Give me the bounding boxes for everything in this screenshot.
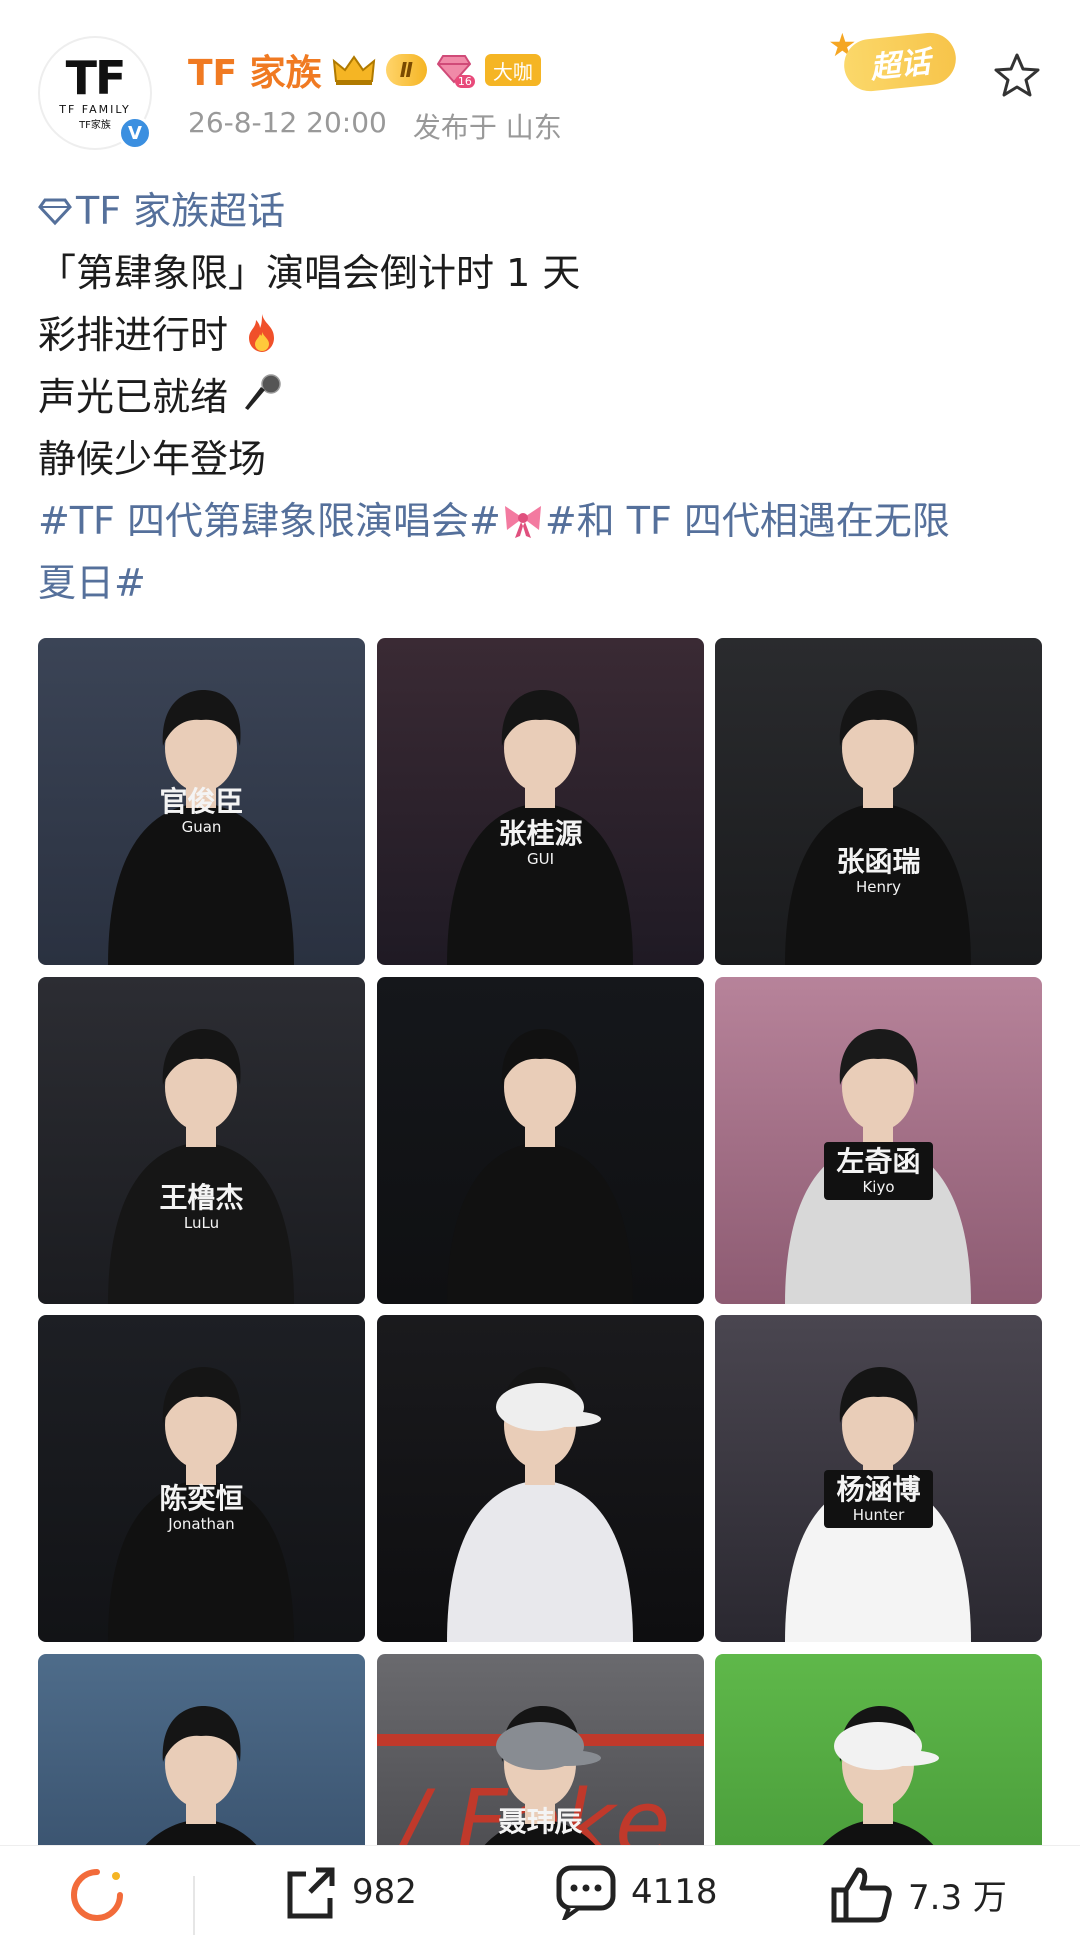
post-location: 发布于 山东: [412, 111, 562, 144]
comment-button[interactable]: 4118: [555, 1864, 718, 1920]
photo-thumbnail[interactable]: 杨涵博 Hunter: [715, 1315, 1042, 1642]
big-shot-badge: 大咖: [484, 54, 541, 86]
photo-thumbnail[interactable]: 左奇函 Kiyo: [715, 977, 1042, 1304]
supertopic-label: TF 家族超话: [76, 189, 286, 233]
action-divider: [193, 1876, 195, 1935]
level-badge: Ⅱ: [385, 54, 427, 86]
ribbon-icon: [504, 506, 541, 538]
photo-thumbnail[interactable]: [38, 1654, 365, 1848]
repost-icon: [287, 1867, 335, 1919]
photo-figure: [715, 1654, 1042, 1848]
photo-thumbnail[interactable]: 官俊臣 Guan: [38, 638, 365, 965]
verified-icon: V: [118, 116, 152, 150]
comment-icon: [556, 1865, 616, 1920]
supertopic-link[interactable]: TF 家族超话: [38, 180, 1038, 242]
hashtag-row-1: #TF 四代第肆象限演唱会# #和 TF 四代相遇在无限: [38, 490, 1038, 552]
photo-grid: 官俊臣 Guan 张桂源 GUI 张函瑞 Henry 王橹杰 LuLu 左奇函 …: [38, 638, 1043, 1848]
repost-count: 982: [352, 1872, 417, 1912]
diamond-icon: [38, 198, 72, 226]
favorite-star-icon[interactable]: [992, 50, 1042, 100]
hashtag-summer[interactable]: #和 TF 四代相遇在无限: [545, 499, 950, 543]
post-content: TF 家族超话 「第肆象限」演唱会倒计时 1 天 彩排进行时 声光已就绪 静候少…: [38, 180, 1038, 614]
post-line-2: 彩排进行时: [38, 313, 229, 357]
photo-figure: [38, 977, 365, 1304]
post-line-3: 声光已就绪: [38, 375, 229, 419]
hashtag-concert[interactable]: #TF 四代第肆象限演唱会#: [38, 499, 501, 543]
user-row: TF 家族 Ⅱ 16 大咖: [188, 44, 541, 96]
photo-figure: [715, 1315, 1042, 1642]
photo-thumbnail[interactable]: 陈奕恒 Jonathan: [38, 1315, 365, 1642]
photo-figure: / Fake: [377, 1654, 704, 1848]
tf-logo: TF: [65, 51, 127, 105]
photo-thumbnail[interactable]: 王橹杰 LuLu: [38, 977, 365, 1304]
hashtag-summer-cont[interactable]: 夏日#: [38, 552, 1038, 614]
photo-thumbnail[interactable]: [377, 977, 704, 1304]
photo-figure: [377, 1315, 704, 1642]
photo-figure: [715, 638, 1042, 965]
repost-button[interactable]: 982: [282, 1864, 417, 1920]
like-count: 7.3 万: [908, 1877, 1007, 1918]
photo-thumbnail[interactable]: 张函瑞 Henry: [715, 638, 1042, 965]
thumbs-up-icon: [831, 1867, 892, 1923]
post-line-1: 「第肆象限」演唱会倒计时 1 天: [38, 251, 581, 295]
photo-figure: [38, 1654, 365, 1848]
fire-icon: [249, 314, 275, 352]
photo-figure: [377, 977, 704, 1304]
like-button[interactable]: 7.3 万: [830, 1864, 1007, 1924]
photo-figure: [38, 638, 365, 965]
photo-thumbnail[interactable]: 张桂源 GUI: [377, 638, 704, 965]
photo-thumbnail[interactable]: [377, 1315, 704, 1642]
action-bar: 982 4118 7.3 万: [0, 1845, 1080, 1935]
photo-figure: [377, 638, 704, 965]
photo-thumbnail[interactable]: [715, 1654, 1042, 1848]
photo-figure: [715, 977, 1042, 1304]
post-line-2-row: 彩排进行时: [38, 304, 1038, 366]
chaohua-badge[interactable]: ★ 超话: [826, 22, 959, 94]
fan-level-gem-icon: 16: [436, 52, 475, 88]
avatar-logo-text: TF FAMILY: [59, 103, 131, 116]
comment-count: 4118: [631, 1872, 718, 1912]
username[interactable]: TF 家族: [188, 44, 322, 96]
post-timestamp: 26-8-12 20:00: [188, 106, 387, 139]
photo-thumbnail[interactable]: / Fake 聂玮辰: [377, 1654, 704, 1848]
microphone-icon: [245, 374, 281, 410]
post-meta: 26-8-12 20:00 发布于 山东: [188, 106, 562, 146]
gem-level-number: 16: [454, 75, 475, 88]
post-header: TF TF FAMILY TF家族 V TF 家族 Ⅱ 16 大咖 26-8-1…: [0, 0, 1080, 165]
crown-icon: [332, 53, 376, 87]
post-line-3-row: 声光已就绪: [38, 366, 1038, 428]
post-line-4: 静候少年登场: [38, 437, 267, 481]
loading-spinner-icon[interactable]: [66, 1864, 128, 1926]
avatar-logo-sub: TF家族: [79, 120, 111, 131]
chaohua-badge-label: 超话: [841, 30, 959, 94]
photo-figure: [38, 1315, 365, 1642]
